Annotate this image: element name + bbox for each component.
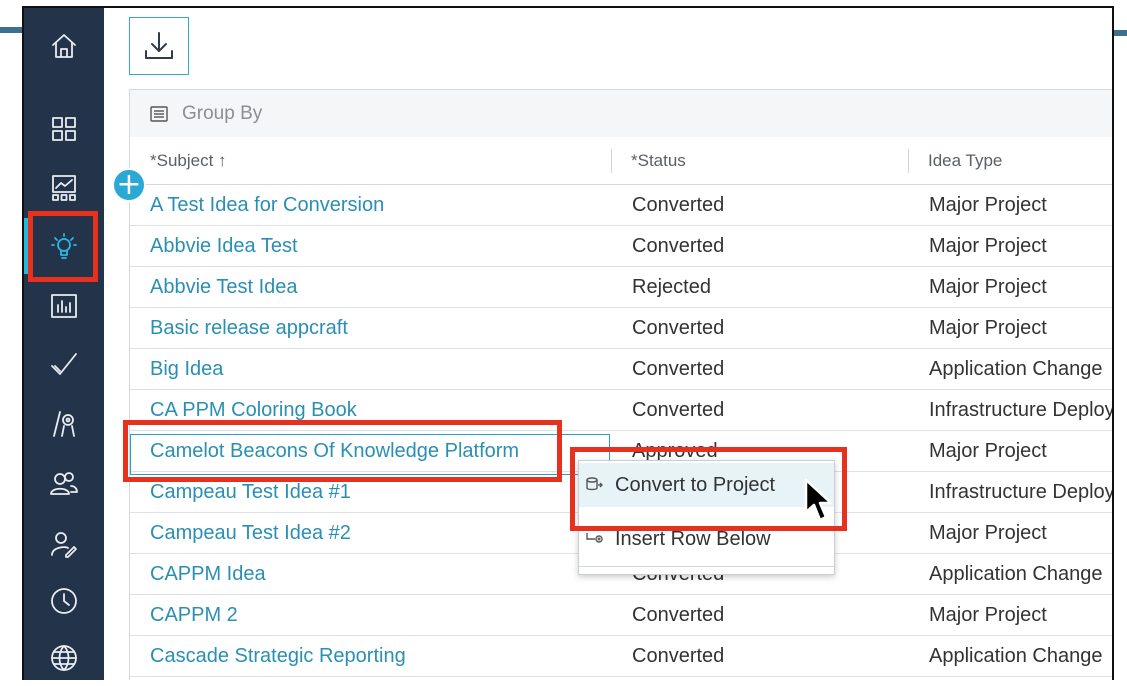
- top-rule-right: [1113, 30, 1127, 36]
- screenshot-frame: [22, 6, 1114, 680]
- top-rule-left: [0, 27, 24, 33]
